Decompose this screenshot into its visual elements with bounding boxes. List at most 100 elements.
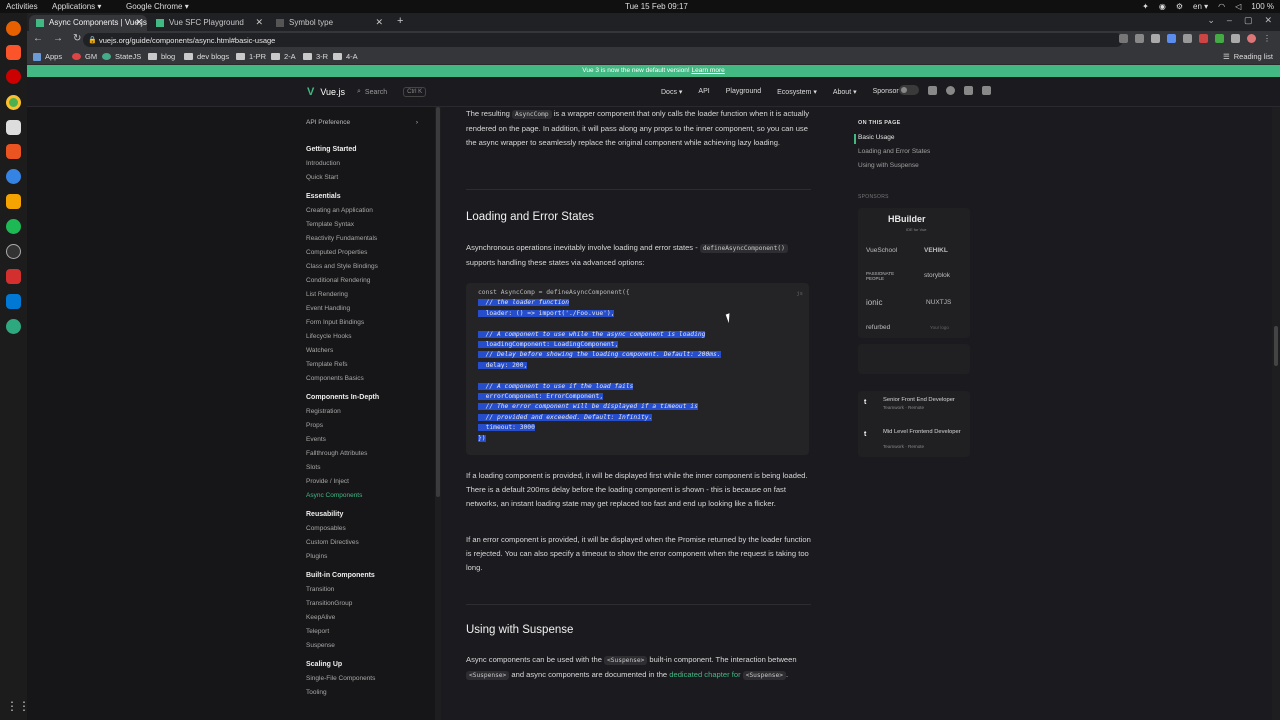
bookmark-folder[interactable]: 1-PR [236,52,266,61]
address-bar[interactable]: 🔒 vuejs.org/guide/components/async.html#… [83,33,1123,47]
clock[interactable]: Tue 15 Feb 09:17 [625,2,688,11]
sidebar-item-template-refs[interactable]: Template Refs [306,358,418,372]
sidebar-item-form-input-bindings[interactable]: Form Input Bindings [306,316,418,330]
learn-more-link[interactable]: Learn more [692,67,725,74]
sidebar-item-quick-start[interactable]: Quick Start [306,171,418,185]
back-icon[interactable]: ← [33,33,43,44]
dedicated-chapter-link[interactable]: dedicated chapter for <Suspense> [669,670,786,680]
job-listing[interactable]: t Mid Level Frontend Developer Teamwork … [858,425,970,455]
vscode-icon[interactable] [6,294,21,309]
maximize-icon[interactable]: ▢ [1244,15,1253,26]
ad-placeholder[interactable] [858,344,970,374]
dropbox-icon[interactable]: ✦ [1142,2,1149,11]
sidebar-item-custom-directives[interactable]: Custom Directives [306,536,418,550]
sidebar-item-teleport[interactable]: Teleport [306,625,418,639]
sidebar-item-transitiongroup[interactable]: TransitionGroup [306,597,418,611]
close-window-icon[interactable]: ✕ [1264,15,1272,26]
opera-icon[interactable] [6,69,21,84]
outline-using-with-suspense[interactable]: Using with Suspense [858,162,919,169]
reading-list[interactable]: ☰ Reading list [1223,52,1273,61]
sidebar-item-event-handling[interactable]: Event Handling [306,302,418,316]
bookmark-folder[interactable]: 4-A [333,52,358,61]
show-apps-icon[interactable]: ⋮⋮ [6,699,30,714]
chrome-icon[interactable] [6,95,21,110]
forward-icon[interactable]: → [53,33,63,44]
sponsor-passionate-people[interactable]: PASSIONATE PEOPLE [866,271,906,281]
sidebar-item-provide-inject[interactable]: Provide / Inject [306,475,418,489]
applications-menu[interactable]: Applications ▾ [52,2,101,11]
sidebar-item-registration[interactable]: Registration [306,405,418,419]
bookmark-folder[interactable]: dev blogs [184,52,229,61]
sidebar-scrollbar[interactable] [435,107,441,720]
activities-button[interactable]: Activities [6,2,38,11]
chrome-app-menu[interactable]: Google Chrome ▾ [126,2,189,11]
network-icon[interactable]: ◉ [1159,2,1166,11]
close-tab-icon[interactable]: ✕ [135,17,143,28]
bookmark-apps[interactable]: Apps [33,52,62,61]
software-icon[interactable] [6,144,21,159]
api-preference-toggle[interactable]: API Preference › [306,119,418,126]
sidebar-item-lifecycle-hooks[interactable]: Lifecycle Hooks [306,330,418,344]
url-text[interactable]: vuejs.org/guide/components/async.html#ba… [99,36,275,45]
sidebar-item-events[interactable]: Events [306,433,418,447]
bookmark-folder[interactable]: 2-A [271,52,296,61]
new-tab-button[interactable]: + [397,15,403,27]
sidebar-item-tooling[interactable]: Tooling [306,686,418,700]
outline-basic-usage[interactable]: Basic Usage [858,134,895,141]
sidebar-item-introduction[interactable]: Introduction [306,157,418,171]
language-indicator[interactable]: en ▾ [1193,2,1208,11]
extension-icon[interactable] [1183,34,1192,43]
sponsor-refurbed[interactable]: refurbed [866,324,890,331]
sponsor-vueschool[interactable]: VueSchool [866,247,897,254]
extension-icon[interactable] [1215,34,1224,43]
battery-level[interactable]: 100 % [1251,2,1274,11]
close-tab-icon[interactable]: ✕ [255,17,263,28]
code-block[interactable]: js const AsyncComp = defineAsyncComponen… [466,283,809,455]
bookmark-statejs[interactable]: StateJS [102,52,141,61]
extension-icon[interactable] [1199,34,1208,43]
sponsor-your-logo[interactable]: Your logo [930,325,949,330]
help-icon[interactable] [6,169,21,184]
extension-icon[interactable] [1167,34,1176,43]
sidebar-item-class-and-style-bindings[interactable]: Class and Style Bindings [306,260,418,274]
menu-icon[interactable]: ⋮ [1263,34,1272,43]
sponsor-ionic[interactable]: ionic [866,298,882,307]
sidebar-item-slots[interactable]: Slots [306,461,418,475]
firefox-icon[interactable] [6,21,21,36]
reload-icon[interactable]: ↻ [73,33,81,44]
tab-search-icon[interactable]: ⌄ [1207,15,1215,26]
tab-sfc-playground[interactable]: Vue SFC Playground ✕ [149,15,267,31]
sublime-icon[interactable] [6,194,21,209]
sidebar-item-reactivity-fundamentals[interactable]: Reactivity Fundamentals [306,232,418,246]
tab-symbol-type[interactable]: Symbol type ✕ [269,15,387,31]
sidebar-item-composables[interactable]: Composables [306,522,418,536]
discord-icon[interactable] [982,85,991,95]
sidebar-item-list-rendering[interactable]: List Rendering [306,288,418,302]
close-tab-icon[interactable]: ✕ [375,17,383,28]
wifi-icon[interactable]: ◠ [1218,2,1225,11]
sidebar-item-template-syntax[interactable]: Template Syntax [306,218,418,232]
settings-icon[interactable]: ⚙ [1176,2,1183,11]
sidebar-item-transition[interactable]: Transition [306,583,418,597]
sponsor-storyblok[interactable]: storyblok [924,272,950,279]
sidebar-item-computed-properties[interactable]: Computed Properties [306,246,418,260]
sponsor-hbuilder[interactable]: HBuilder [888,214,926,224]
site-logo[interactable]: V Vue.js [307,86,345,98]
bookmark-star-icon[interactable] [1151,34,1160,43]
minimize-icon[interactable]: – [1227,15,1232,26]
job-listing[interactable]: t Senior Front End Developer Teamwork · … [858,393,970,423]
search-button[interactable]: ⌕ Search Ctrl K [357,87,427,97]
sponsor-nuxtjs[interactable]: NUXTJS [926,299,951,306]
volume-icon[interactable]: ◁ [1235,2,1241,11]
avatar[interactable] [1247,34,1256,43]
nav-about[interactable]: About ▾ [833,88,857,96]
spotify-icon[interactable] [6,219,21,234]
sidebar-item-suspense[interactable]: Suspense [306,639,418,653]
files-icon[interactable] [6,120,21,135]
bookmark-folder[interactable]: 3-R [303,52,328,61]
sponsor-vehikl[interactable]: VEHIKL [924,247,948,254]
install-icon[interactable] [1119,34,1128,43]
sidebar-item-async-components[interactable]: Async Components [306,489,418,503]
bookmark-gm[interactable]: GM [72,52,97,61]
brave-icon[interactable] [6,45,21,60]
